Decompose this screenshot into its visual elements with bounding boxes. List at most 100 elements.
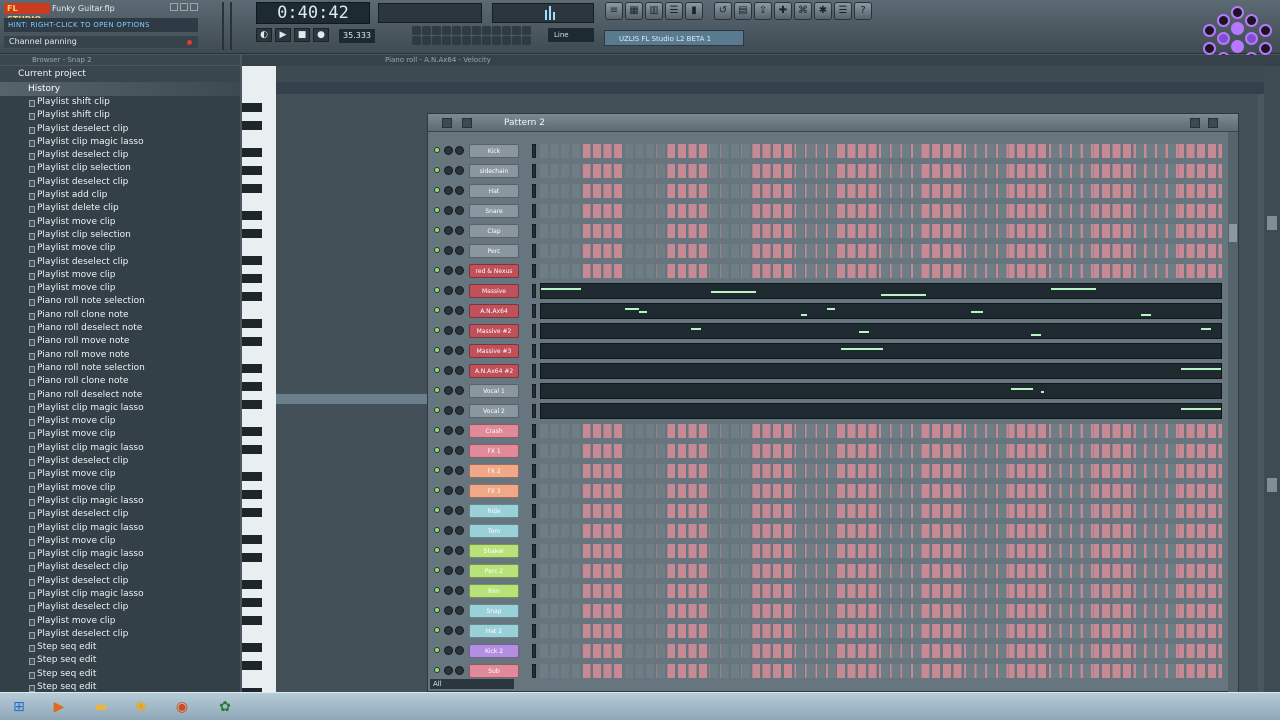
history-item[interactable]: Piano roll move note (0, 349, 240, 362)
history-item[interactable]: Playlist deselect clip (0, 601, 240, 614)
history-item[interactable]: Playlist move clip (0, 615, 240, 628)
undo-icon[interactable]: ↺ (714, 2, 732, 20)
history-item[interactable]: Step seq edit (0, 641, 240, 654)
history-item[interactable]: Playlist clip selection (0, 229, 240, 242)
volume-knob[interactable] (455, 406, 464, 415)
history-item[interactable]: Playlist deselect clip (0, 561, 240, 574)
channel-select-toggle[interactable] (532, 244, 536, 258)
history-item[interactable]: Playlist move clip (0, 269, 240, 282)
mute-led-icon[interactable] (434, 247, 440, 253)
filter-group[interactable]: All (430, 679, 514, 689)
mute-led-icon[interactable] (434, 627, 440, 633)
black-key[interactable] (242, 490, 262, 499)
history-item[interactable]: Piano roll clone note (0, 375, 240, 388)
black-key[interactable] (242, 580, 262, 589)
volume-knob[interactable] (455, 546, 464, 555)
mini-pianoroll[interactable] (540, 283, 1222, 299)
black-key[interactable] (242, 382, 262, 391)
step-buttons[interactable] (540, 664, 1222, 678)
fl-taskbar-icon[interactable]: ✿ (210, 696, 240, 718)
black-key[interactable] (242, 337, 262, 346)
black-key[interactable] (242, 661, 262, 670)
step-buttons[interactable] (540, 524, 1222, 538)
note[interactable] (841, 348, 883, 350)
playlist-icon[interactable]: ≡ (605, 2, 623, 20)
mute-led-icon[interactable] (434, 487, 440, 493)
settings-icon[interactable]: ✱ (814, 2, 832, 20)
channel-select-toggle[interactable] (532, 184, 536, 198)
render-icon[interactable]: ⇪ (754, 2, 772, 20)
black-key[interactable] (242, 229, 262, 238)
mute-led-icon[interactable] (434, 607, 440, 613)
stepseq-icon[interactable]: ▦ (625, 2, 643, 20)
play-button[interactable]: ▶ (275, 28, 291, 42)
history-item[interactable]: Playlist move clip (0, 482, 240, 495)
step-buttons[interactable] (540, 244, 1222, 258)
note[interactable] (1031, 334, 1041, 336)
step-buttons[interactable] (540, 184, 1222, 198)
mute-led-icon[interactable] (434, 367, 440, 373)
history-item[interactable]: Playlist deselect clip (0, 628, 240, 641)
pan-knob[interactable] (444, 426, 453, 435)
history-item[interactable]: Playlist deselect clip (0, 575, 240, 588)
pan-knob[interactable] (444, 366, 453, 375)
pan-knob[interactable] (444, 506, 453, 515)
channel-select-toggle[interactable] (532, 484, 536, 498)
step-buttons[interactable] (540, 444, 1222, 458)
step-buttons[interactable] (540, 204, 1222, 218)
channel-select-toggle[interactable] (532, 644, 536, 658)
black-key[interactable] (242, 445, 262, 454)
channel-select-toggle[interactable] (532, 344, 536, 358)
black-key[interactable] (242, 256, 262, 265)
note[interactable] (639, 311, 647, 313)
channel-name-button[interactable]: Massive (469, 284, 519, 298)
channel-name-button[interactable]: A.N.Ax64 #2 (469, 364, 519, 378)
history-item[interactable]: Playlist deselect clip (0, 123, 240, 136)
pan-knob[interactable] (444, 226, 453, 235)
history-item[interactable]: Piano roll deselect note (0, 322, 240, 335)
history-folder[interactable]: History (0, 82, 240, 96)
pan-knob[interactable] (444, 526, 453, 535)
channel-select-toggle[interactable] (532, 364, 536, 378)
note[interactable] (801, 314, 807, 316)
system-tray[interactable] (1188, 696, 1274, 718)
step-buttons[interactable] (540, 224, 1222, 238)
mini-pianoroll[interactable] (540, 303, 1222, 319)
chat-icon[interactable]: ☰ (834, 2, 852, 20)
mute-led-icon[interactable] (434, 507, 440, 513)
history-item[interactable]: Piano roll note selection (0, 295, 240, 308)
step-buttons[interactable] (540, 464, 1222, 478)
volume-knob[interactable] (455, 246, 464, 255)
plugin-icon[interactable]: ✚ (774, 2, 792, 20)
channel-name-button[interactable]: sidechain (469, 164, 519, 178)
folder-icon[interactable]: ▬ (86, 696, 116, 718)
history-item[interactable]: Playlist deselect clip (0, 149, 240, 162)
channel-name-button[interactable]: Perc (469, 244, 519, 258)
black-key[interactable] (242, 211, 262, 220)
pan-knob[interactable] (444, 346, 453, 355)
black-key[interactable] (242, 148, 262, 157)
step-buttons[interactable] (540, 264, 1222, 278)
black-key[interactable] (242, 598, 262, 607)
black-key[interactable] (242, 553, 262, 562)
volume-knob[interactable] (455, 586, 464, 595)
channel-name-button[interactable]: FX 2 (469, 464, 519, 478)
mute-led-icon[interactable] (434, 387, 440, 393)
note[interactable] (881, 294, 926, 296)
pan-knob[interactable] (444, 606, 453, 615)
history-item[interactable]: Playlist clip magic lasso (0, 522, 240, 535)
stop-button[interactable]: ■ (294, 28, 310, 42)
channel-name-button[interactable]: A.N.Ax64 (469, 304, 519, 318)
minimize-icon[interactable] (170, 3, 178, 11)
mute-led-icon[interactable] (434, 667, 440, 673)
fl-studio-icon[interactable]: ❀ (126, 696, 156, 718)
history-item[interactable]: Playlist move clip (0, 242, 240, 255)
step-buttons[interactable] (540, 624, 1222, 638)
mixer-icon[interactable]: ▮ (685, 2, 703, 20)
note[interactable] (711, 291, 756, 293)
pan-knob[interactable] (444, 626, 453, 635)
note[interactable] (1041, 391, 1044, 393)
history-item[interactable]: Playlist delete clip (0, 202, 240, 215)
mute-led-icon[interactable] (434, 267, 440, 273)
history-item[interactable]: Step seq edit (0, 668, 240, 681)
